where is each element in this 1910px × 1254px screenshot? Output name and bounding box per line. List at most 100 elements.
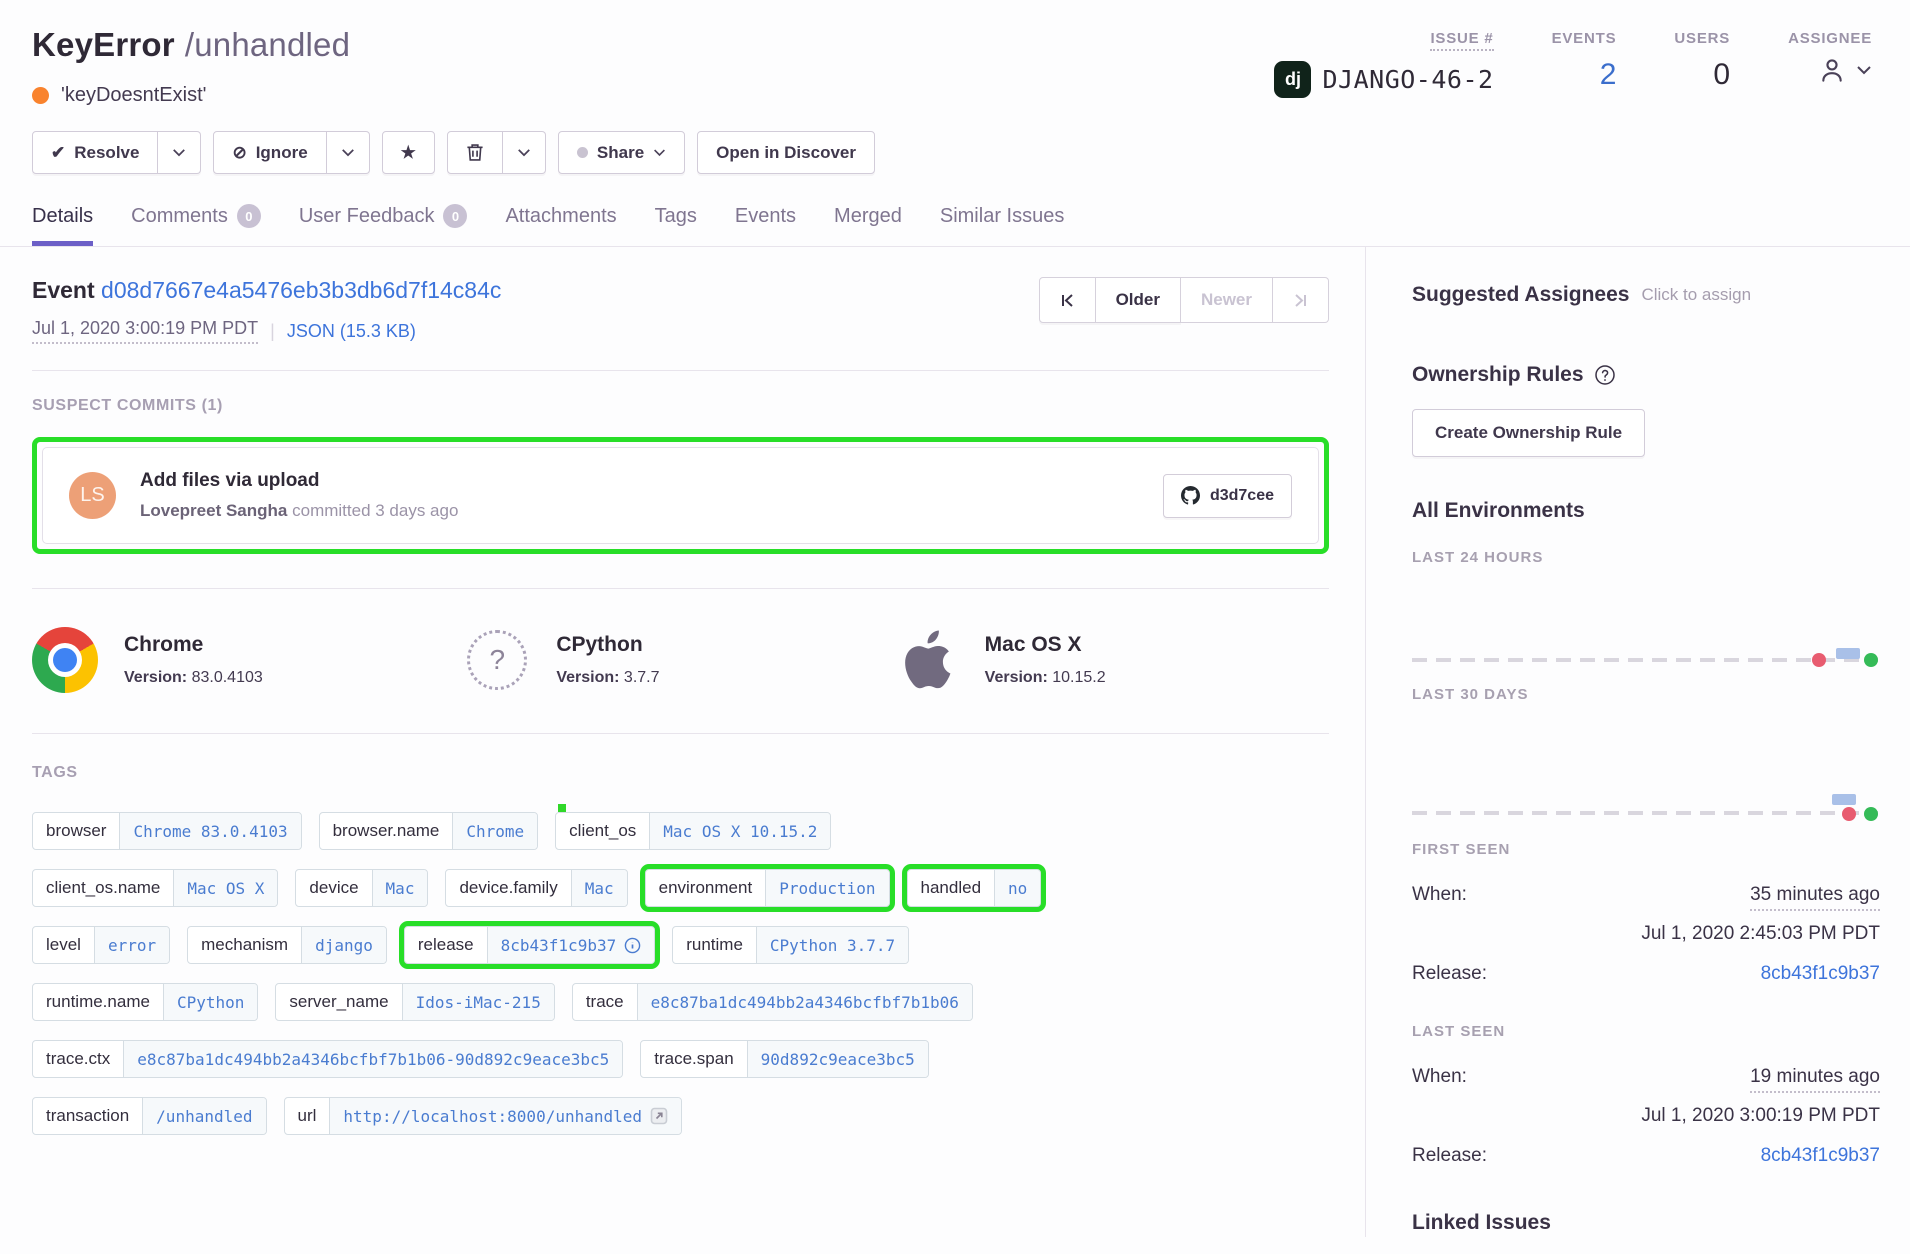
delete-button[interactable] [447,131,503,174]
tag-value[interactable]: Mac OS X [173,870,277,906]
skip-to-latest-button[interactable] [1273,277,1329,323]
tag-key[interactable]: url [285,1098,330,1134]
tag-value[interactable]: Idos-iMac-215 [402,984,554,1020]
tab-merged[interactable]: Merged [834,204,902,246]
tab-events[interactable]: Events [735,204,796,246]
tag-key[interactable]: trace.span [641,1041,746,1077]
assignee-label: ASSIGNEE [1788,30,1872,47]
tab-attachments[interactable]: Attachments [505,204,616,246]
chart-baseline [1412,658,1878,662]
last-30-days-chart[interactable] [1412,751,1878,823]
tag-value[interactable]: django [301,927,386,963]
last-seen-date: Jul 1, 2020 3:00:19 PM PDT [1412,1105,1880,1127]
unknown-runtime-icon: ? [467,630,527,690]
commit-author: Lovepreet Sangha [140,501,287,520]
users-count[interactable]: 0 [1674,58,1730,92]
oldest-event-button[interactable] [1039,277,1096,323]
last-24-hours-chart[interactable] [1412,598,1878,670]
tab-tags[interactable]: Tags [655,204,697,246]
tag-key[interactable]: trace [573,984,637,1020]
event-json-link[interactable]: JSON (15.3 KB) [287,321,416,342]
share-button[interactable]: Share [558,131,685,174]
resolve-button[interactable]: ✔Resolve [32,131,158,174]
tag-key[interactable]: client_os.name [33,870,173,906]
tag-value[interactable]: /unhandled [142,1098,265,1134]
release-label: Release: [1412,1145,1487,1167]
tag-value[interactable]: Chrome [452,813,537,849]
tag-key[interactable]: browser [33,813,119,849]
first-seen-release-link[interactable]: 8cb43f1c9b37 [1761,963,1880,985]
version-value: 10.15.2 [1052,669,1105,686]
tag-value[interactable]: CPython [163,984,257,1020]
older-event-button[interactable]: Older [1096,277,1181,323]
mute-icon: ⊘ [232,144,246,161]
ignore-dropdown-button[interactable] [327,131,370,174]
tag-key[interactable]: device.family [446,870,570,906]
tag-value[interactable]: Production [765,870,888,906]
event-bar [1832,794,1856,805]
tag-key[interactable]: mechanism [188,927,301,963]
last-30-days-label: LAST 30 DAYS [1412,686,1880,703]
tab-user-feedback[interactable]: User Feedback0 [299,204,468,246]
last-seen-release-link[interactable]: 8cb43f1c9b37 [1761,1145,1880,1167]
assignee-dropdown[interactable] [1788,54,1872,86]
info-icon[interactable] [624,937,641,954]
tab-similar-issues[interactable]: Similar Issues [940,204,1064,246]
create-ownership-rule-button[interactable]: Create Ownership Rule [1412,409,1645,457]
ignore-button[interactable]: ⊘Ignore [213,131,326,174]
issue-short-id[interactable]: DJANGO-46-2 [1322,65,1493,94]
external-link-icon[interactable] [650,1107,668,1125]
tag-pill-trace: tracee8c87ba1dc494bb2a4346bcfbf7b1b06 [572,983,973,1021]
tag-key[interactable]: runtime [673,927,756,963]
tag-value[interactable]: Mac [372,870,428,906]
suggested-assignees-heading: Suggested Assignees [1412,283,1629,307]
tag-key[interactable]: runtime.name [33,984,163,1020]
suspect-commits-section: SUSPECT COMMITS (1) LS Add files via upl… [32,371,1329,589]
tag-key[interactable]: device [296,870,371,906]
tag-value[interactable]: Mac OS X 10.15.2 [649,813,830,849]
events-count[interactable]: 2 [1552,58,1617,92]
tag-key[interactable]: transaction [33,1098,142,1134]
event-id-link[interactable]: d08d7667e4a5476eb3b3db6d7f14c84c [101,277,501,303]
tag-key[interactable]: environment [646,870,766,906]
error-level-dot-icon [32,87,49,104]
resolve-dropdown-button[interactable] [158,131,201,174]
tag-value[interactable]: Chrome 83.0.4103 [119,813,300,849]
tag-key[interactable]: trace.ctx [33,1041,123,1077]
bookmark-button[interactable]: ★ [382,131,435,174]
tag-key[interactable]: handled [908,870,995,906]
tag-value[interactable]: e8c87ba1dc494bb2a4346bcfbf7b1b06 [637,984,972,1020]
tag-value[interactable]: CPython 3.7.7 [756,927,908,963]
tag-key[interactable]: server_name [276,984,401,1020]
commit-row: LS Add files via upload Lovepreet Sangha… [42,447,1319,544]
chevron-down-icon [1856,65,1872,75]
tag-value[interactable]: 8cb43f1c9b37 [501,936,617,955]
open-in-discover-button[interactable]: Open in Discover [697,131,875,174]
tags-heading: TAGS [32,764,1329,782]
tag-pill-trace-ctx: trace.ctxe8c87ba1dc494bb2a4346bcfbf7b1b0… [32,1040,623,1078]
tag-pill-browser-name: browser.nameChrome [319,812,539,850]
tab-comments[interactable]: Comments0 [131,204,261,246]
tag-pill-browser: browserChrome 83.0.4103 [32,812,302,850]
tag-value[interactable]: e8c87ba1dc494bb2a4346bcfbf7b1b06-90d892c… [123,1041,622,1077]
tag-value[interactable]: Mac [571,870,627,906]
issue-tabs: Details Comments0 User Feedback0 Attachm… [0,204,1910,247]
newer-event-button[interactable]: Newer [1181,277,1273,323]
title-block: KeyError/unhandled 'keyDoesntExist' [32,26,350,107]
tag-pill-runtime: runtimeCPython 3.7.7 [672,926,909,964]
tag-value[interactable]: no [994,870,1040,906]
tag-key[interactable]: browser.name [320,813,453,849]
tag-value[interactable]: http://localhost:8000/unhandled [343,1107,642,1126]
tag-key[interactable]: level [33,927,94,963]
tab-details[interactable]: Details [32,204,93,246]
tag-value[interactable]: 90d892c9eace3bc5 [747,1041,928,1077]
tag-key[interactable]: release [405,927,487,963]
delete-dropdown-button[interactable] [503,131,546,174]
share-status-icon [577,147,588,158]
help-icon[interactable] [1594,364,1616,386]
tag-key[interactable]: client_os [556,813,649,849]
tag-value[interactable]: error [94,927,169,963]
skip-to-last-icon [1293,293,1308,308]
first-seen-marker [1842,807,1856,821]
commit-sha-button[interactable]: d3d7cee [1163,474,1292,518]
